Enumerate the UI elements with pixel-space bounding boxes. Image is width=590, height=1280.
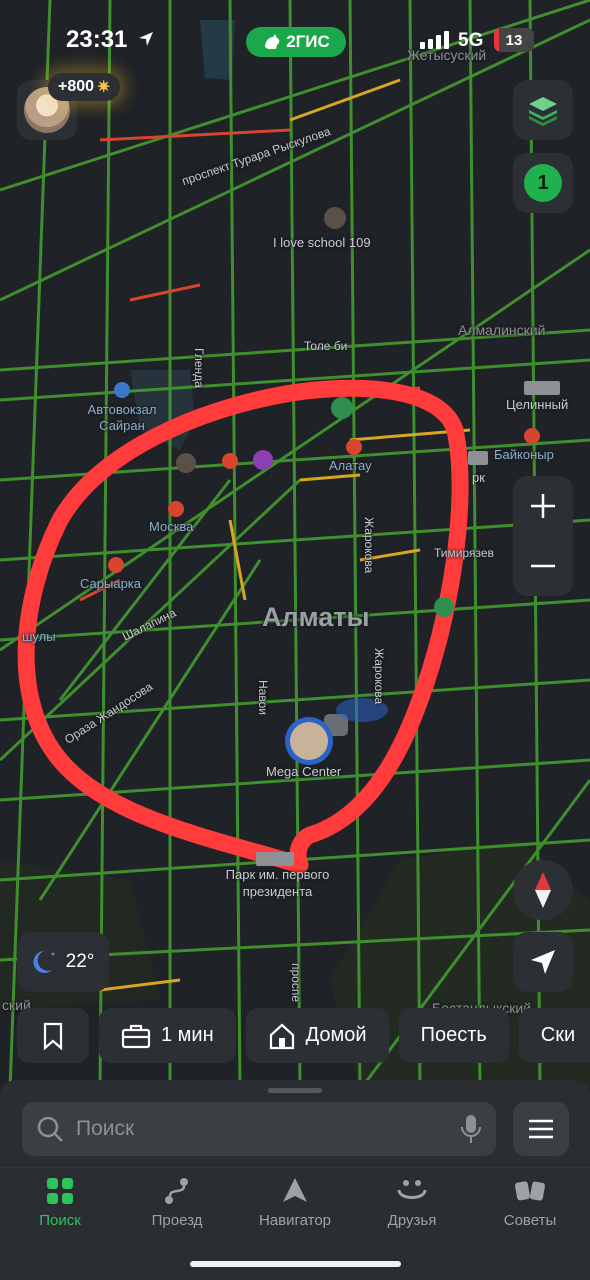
plus-icon — [531, 494, 555, 518]
street-label: Толе би — [304, 339, 348, 353]
home-chip-label: Домой — [305, 1024, 367, 1046]
app-badge-label: 2ГИС — [286, 32, 330, 51]
route-counter-button[interactable]: 1 — [513, 153, 573, 213]
zoom-controls — [513, 476, 573, 596]
network-type: 5G — [458, 30, 484, 51]
map-canvas[interactable] — [0, 0, 590, 1091]
map[interactable]: Жетысуский Алмалинский проспект Турара Р… — [0, 0, 590, 1091]
tab-search[interactable]: Поиск — [5, 1176, 115, 1229]
metro-label: шулы — [22, 629, 56, 644]
signal-icon — [420, 31, 449, 49]
street-label: Жарокова — [362, 517, 376, 574]
street-label: Гленда — [192, 348, 206, 388]
landmark-icon[interactable] — [256, 852, 294, 866]
tips-icon — [515, 1181, 545, 1201]
temperature: 22° — [65, 951, 95, 972]
weather-widget[interactable]: 22° — [17, 932, 109, 992]
street-label: Тимирязев — [434, 546, 494, 560]
building-icon[interactable] — [524, 381, 560, 395]
layers-button[interactable] — [513, 80, 573, 140]
street-label: Жарокова — [372, 648, 386, 705]
zoom-out-button[interactable] — [513, 536, 573, 596]
eat-chip-label: Поесть — [420, 1024, 487, 1046]
place-label: Парк им. первого президента — [225, 867, 330, 899]
hamburger-menu-icon — [529, 1119, 553, 1139]
school-icon[interactable] — [324, 207, 346, 229]
place-label: Целинный — [506, 397, 569, 412]
place-label: Mega Center — [266, 764, 342, 779]
bus-station-icon[interactable] — [114, 382, 130, 398]
home-icon — [269, 1023, 294, 1049]
home-indicator — [190, 1261, 401, 1267]
work-chip[interactable]: 1 мин — [99, 1008, 236, 1063]
route-icon — [165, 1178, 188, 1204]
city-label: Алматы — [262, 602, 370, 632]
route-counter: 1 — [524, 164, 562, 202]
dog-logo-icon — [265, 34, 280, 49]
metro-label: Москва — [149, 519, 194, 534]
metro-label: Сарыарка — [80, 576, 142, 591]
app-badge[interactable]: 2ГИС — [246, 27, 346, 57]
clock: 23:31 — [66, 26, 128, 53]
compass-icon — [535, 872, 551, 908]
tab-navigator-label: Навигатор — [258, 1212, 332, 1229]
bookmark-icon — [43, 1022, 63, 1050]
battery-icon: 13 — [494, 28, 534, 52]
location-services-icon — [139, 32, 153, 46]
search-icon — [37, 1116, 63, 1142]
points-value: +800 — [58, 78, 95, 95]
place-label: Автовокзал Сайран — [87, 402, 157, 433]
eat-chip[interactable]: Поесть — [398, 1008, 509, 1063]
tab-friends[interactable]: Друзья — [357, 1176, 467, 1229]
zoom-in-button[interactable] — [513, 476, 573, 536]
navigator-icon — [283, 1178, 307, 1202]
district-label: Алмалинский — [458, 322, 546, 338]
search-input[interactable]: Поиск — [22, 1102, 496, 1156]
microphone-icon[interactable] — [460, 1113, 482, 1145]
street-label: Навои — [256, 680, 270, 715]
place-icon[interactable] — [176, 453, 196, 473]
status-bar: 23:31 2ГИС 5G 13 — [0, 0, 590, 80]
sparkle-icon: ✷ — [97, 79, 111, 96]
bookmarks-chip[interactable] — [17, 1008, 89, 1063]
place-label: I love school 109 — [273, 235, 371, 250]
compass-button[interactable] — [513, 860, 573, 920]
friends-icon — [397, 1180, 427, 1199]
points-badge[interactable]: +800 ✷ — [48, 73, 121, 101]
search-grid-icon — [47, 1178, 73, 1204]
building-icon[interactable] — [468, 451, 488, 465]
ski-chip[interactable]: Ски — [518, 1008, 590, 1063]
metro-label: Байконыр — [494, 447, 554, 462]
menu-button[interactable] — [513, 1102, 569, 1156]
work-chip-label: 1 мин — [161, 1024, 214, 1046]
layers-icon — [529, 97, 557, 126]
metro-label: Алатау — [329, 458, 372, 473]
search-placeholder: Поиск — [76, 1117, 135, 1140]
tab-route-label: Проезд — [151, 1212, 203, 1229]
tab-search-label: Поиск — [39, 1212, 81, 1229]
tab-tips-label: Советы — [503, 1212, 557, 1229]
quick-chips: 1 мин Домой Поесть Ски — [17, 1008, 590, 1063]
sheet-grabber[interactable] — [268, 1088, 322, 1093]
tab-friends-label: Друзья — [387, 1212, 437, 1229]
tab-route[interactable]: Проезд — [122, 1176, 232, 1229]
street-label: проспе — [289, 963, 303, 1003]
park-icon[interactable] — [331, 397, 353, 419]
subway-alt-icon[interactable] — [253, 450, 273, 470]
navigation-arrow-icon — [531, 950, 555, 974]
briefcase-icon — [121, 1024, 151, 1048]
battery-level: 13 — [505, 31, 523, 49]
park-icon[interactable] — [434, 597, 454, 617]
ski-chip-label: Ски — [540, 1024, 576, 1046]
tab-tips[interactable]: Советы — [475, 1176, 585, 1229]
moon-icon — [33, 951, 55, 973]
home-chip[interactable]: Домой — [245, 1008, 389, 1063]
tab-navigator[interactable]: Навигатор — [240, 1176, 350, 1229]
my-location-button[interactable] — [513, 932, 573, 992]
minus-icon — [531, 564, 555, 568]
place-label: рк — [472, 470, 485, 485]
